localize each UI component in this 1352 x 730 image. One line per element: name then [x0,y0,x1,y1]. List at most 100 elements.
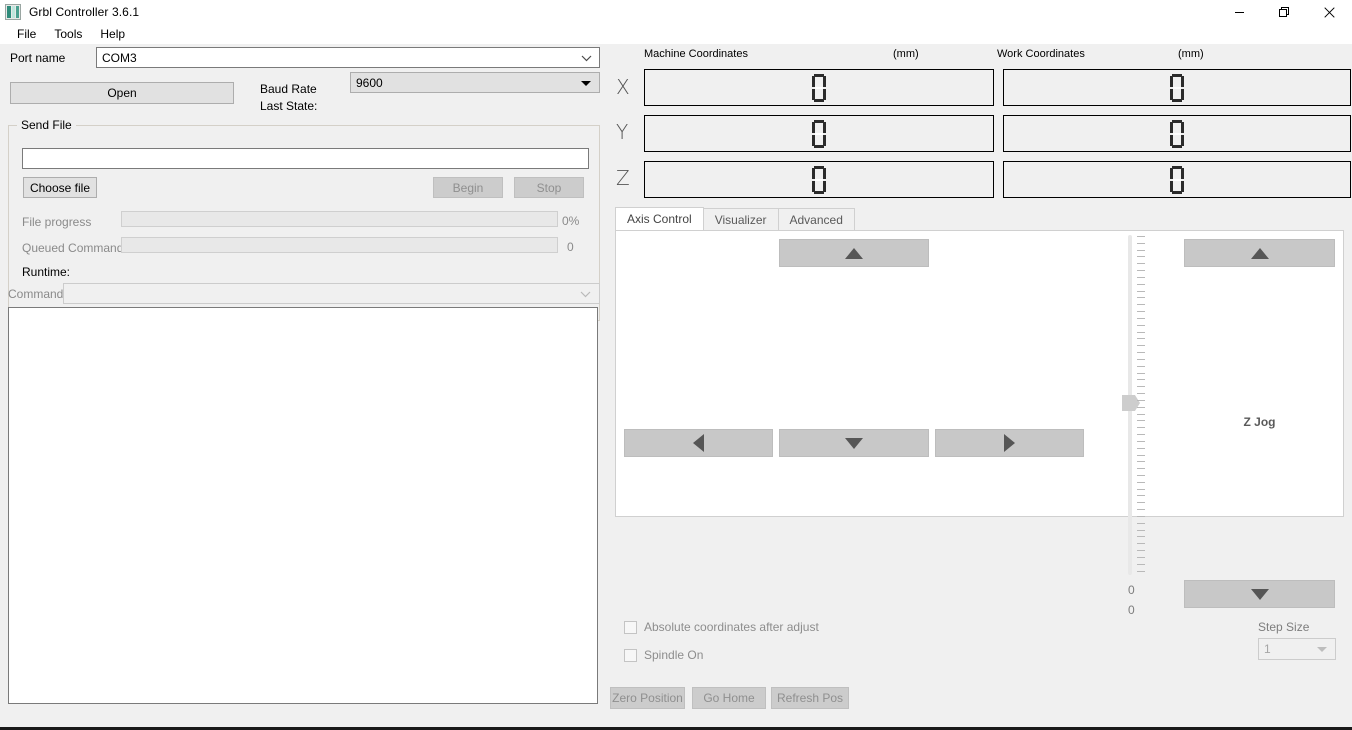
machine-coordinate-y [644,115,994,152]
status-bar [0,726,1352,730]
absolute-coordinates-checkbox[interactable]: Absolute coordinates after adjust [624,620,819,634]
app-icon [5,3,21,20]
jog-z-plus-button[interactable] [1184,239,1335,267]
chevron-down-icon [580,287,591,301]
machine-units-label: (mm) [893,48,919,60]
jog-y-plus-button[interactable] [779,239,929,267]
port-name-value: COM3 [102,50,137,65]
begin-button-label: Begin [452,180,484,195]
port-name-label: Port name [10,51,66,65]
step-size-select[interactable]: 1 [1258,638,1336,660]
triangle-down-icon [845,437,863,449]
console-log[interactable] [8,307,598,704]
triangle-left-icon [693,434,704,452]
stop-button[interactable]: Stop [514,177,584,198]
seven-segment-zero-icon [812,119,826,148]
slider-value-bottom: 0 [1128,603,1135,617]
left-panel: Port name COM3 Open Baud Rate 9600 Last … [0,45,608,728]
axis-control-panel [615,230,1344,517]
axis-label-x: X [616,75,630,99]
console-log-value [9,308,597,316]
minimize-icon[interactable] [1217,0,1262,24]
triangle-right-icon [1004,434,1015,452]
machine-coordinates-header: Machine Coordinates [644,48,748,60]
window-title: Grbl Controller 3.6.1 [29,4,140,19]
stop-button-label: Stop [536,180,562,195]
triangle-down-icon [1317,647,1327,652]
file-progress-label: File progress [22,215,92,229]
baud-rate-value: 9600 [356,75,383,90]
file-progress-bar [121,211,558,227]
open-button[interactable]: Open [10,82,234,104]
jog-z-minus-button[interactable] [1184,580,1335,608]
begin-button[interactable]: Begin [433,177,503,198]
work-coordinate-z [1003,161,1351,198]
tab-visualizer[interactable]: Visualizer [702,208,779,230]
queued-commands-bar [121,237,558,253]
tab-axis-control[interactable]: Axis Control [615,207,704,230]
menu-bar: File Tools Help [0,24,1352,44]
choose-file-button-label: Choose file [29,180,91,195]
main-content: Port name COM3 Open Baud Rate 9600 Last … [0,45,1352,728]
jog-x-plus-button[interactable] [935,429,1084,457]
triangle-down-icon [581,80,591,86]
send-file-group-title: Send File [17,118,76,132]
work-coordinate-x [1003,69,1351,106]
spindle-on-checkbox[interactable]: Spindle On [624,648,703,662]
command-input[interactable] [63,283,600,304]
absolute-coordinates-label: Absolute coordinates after adjust [644,620,819,634]
work-coordinate-y [1003,115,1351,152]
queued-commands-value: 0 [567,240,574,254]
work-coordinates-header: Work Coordinates [997,48,1085,60]
title-bar: Grbl Controller 3.6.1 [0,0,1352,24]
slider-value-top: 0 [1128,583,1135,597]
axis-label-y: Y [616,120,629,144]
jog-y-minus-button[interactable] [779,429,929,457]
seven-segment-zero-icon [1170,119,1184,148]
file-path-input[interactable] [22,148,589,169]
tab-advanced[interactable]: Advanced [777,208,855,230]
step-size-value: 1 [1264,642,1271,656]
tab-strip: Axis Control Visualizer Advanced [615,207,1344,230]
port-name-select[interactable]: COM3 [96,47,600,68]
go-home-button-label: Go Home [703,691,755,705]
window-controls [1217,0,1352,24]
open-button-label: Open [107,86,137,100]
choose-file-button[interactable]: Choose file [23,177,97,198]
runtime-label: Runtime: [22,265,71,279]
refresh-pos-button-label: Refresh Pos [776,691,844,705]
file-progress-value: 0% [562,214,580,228]
triangle-up-icon [1250,247,1269,259]
slider-tick-scale [1137,236,1147,572]
chevron-down-icon [581,51,592,65]
restore-icon[interactable] [1262,0,1307,24]
close-icon[interactable] [1307,0,1352,24]
seven-segment-zero-icon [812,73,826,102]
menu-item-file[interactable]: File [8,24,45,44]
go-home-button[interactable]: Go Home [692,687,766,709]
menu-item-tools[interactable]: Tools [45,24,91,44]
checkbox-box [624,648,637,662]
machine-coordinate-z [644,161,994,198]
menu-item-help[interactable]: Help [91,24,134,44]
checkbox-box [624,620,637,634]
last-state-label: Last State: [260,99,318,113]
seven-segment-zero-icon [812,165,826,194]
baud-rate-label: Baud Rate [260,82,317,96]
seven-segment-zero-icon [1170,165,1184,194]
work-units-label: (mm) [1178,48,1204,60]
seven-segment-zero-icon [1170,73,1184,102]
z-jog-label: Z Jog [1243,415,1276,429]
queued-commands-label: Queued Commands [22,241,130,255]
spindle-on-label: Spindle On [644,648,704,662]
triangle-up-icon [845,247,863,259]
zero-position-button-label: Zero Position [612,691,683,705]
step-size-label: Step Size [1258,620,1310,634]
axis-label-z: Z [616,166,630,190]
baud-rate-select[interactable]: 9600 [350,72,600,93]
command-label: Command [8,287,64,301]
jog-x-minus-button[interactable] [624,429,773,457]
refresh-pos-button[interactable]: Refresh Pos [771,687,849,709]
machine-coordinate-x [644,69,994,106]
zero-position-button[interactable]: Zero Position [610,687,685,709]
